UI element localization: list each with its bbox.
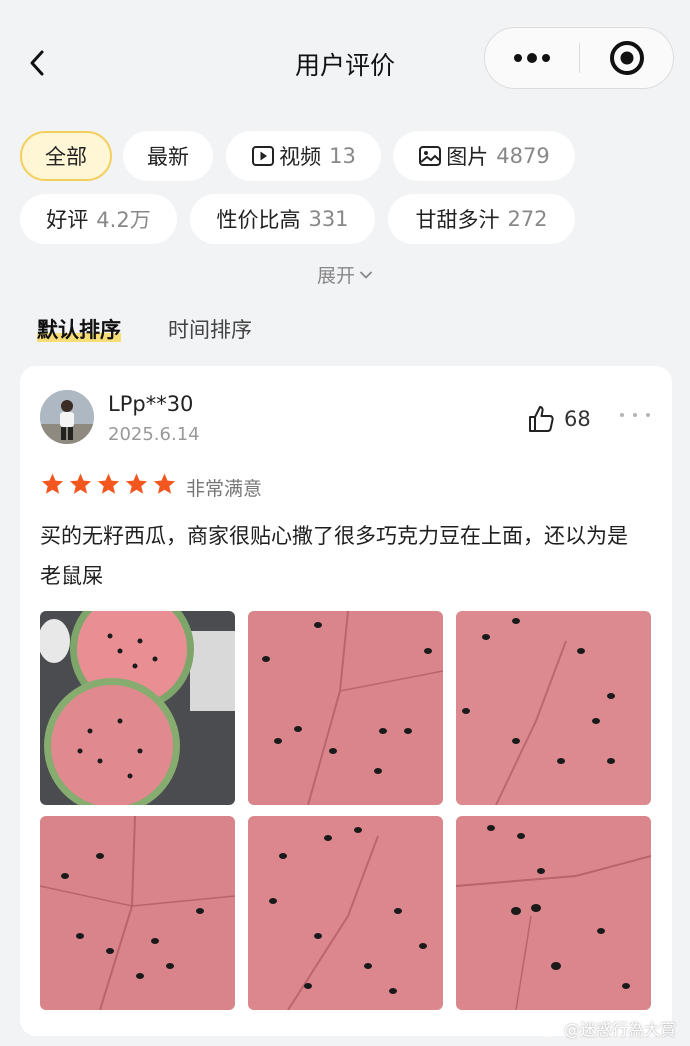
filter-sweet-count: 272 (507, 207, 548, 231)
filter-image-label: 图片 (446, 145, 489, 169)
review-photo-4[interactable] (40, 816, 235, 1010)
weibo-icon (538, 1023, 558, 1037)
avatar[interactable] (40, 390, 94, 444)
sort-time-tab[interactable]: 时间排序 (168, 314, 252, 344)
chevron-down-icon (359, 270, 373, 279)
review-photo-2[interactable] (248, 611, 443, 805)
filter-value-label: 性价比高 (216, 208, 301, 232)
filter-sweet[interactable]: 甘甜多汁 272 (388, 194, 575, 244)
like-count: 68 (564, 407, 591, 431)
expand-button[interactable]: 展开 (0, 261, 690, 288)
reviewer-name: LPp**30 (108, 392, 194, 416)
filter-all[interactable]: 全部 (20, 131, 112, 181)
review-text: 买的无籽西瓜，商家很贴心撒了很多巧克力豆在上面，还以为是老鼠屎 (40, 524, 628, 588)
watermark-text: @迷惑行為大賞 (563, 1020, 676, 1039)
review-photo-6[interactable] (456, 816, 651, 1010)
image-icon (418, 145, 442, 167)
sort-default-label: 默认排序 (37, 318, 121, 342)
review-photo-1[interactable] (40, 611, 235, 805)
expand-label: 展开 (316, 265, 355, 287)
star-icon (69, 473, 92, 494)
sort-default-tab[interactable]: 默认排序 (37, 314, 121, 344)
filter-video-label: 视频 (279, 145, 322, 169)
review-photo-5[interactable] (248, 816, 443, 1010)
filter-good[interactable]: 好评 4.2万 (20, 194, 177, 244)
sort-time-label: 时间排序 (168, 318, 252, 342)
filter-latest-label: 最新 (147, 145, 189, 169)
video-icon (251, 145, 275, 167)
filter-value-count: 331 (308, 207, 349, 231)
filter-latest[interactable]: 最新 (123, 131, 213, 181)
filter-all-label: 全部 (45, 145, 87, 169)
rating-text: 非常满意 (186, 478, 263, 500)
star-icon (125, 473, 148, 494)
filter-video-count: 13 (329, 144, 356, 168)
filter-video[interactable]: 视频 13 (226, 131, 381, 181)
review-photo-3[interactable] (456, 611, 651, 805)
star-icon (97, 473, 120, 494)
more-dots-icon (514, 53, 550, 63)
close-miniprogram-button[interactable] (580, 28, 674, 88)
filter-image[interactable]: 图片 4879 (393, 131, 575, 181)
more-button[interactable] (485, 28, 579, 88)
filter-good-label: 好评 (46, 208, 89, 232)
review-card: LPp**30 2025.6.14 68 非常满意 买的无籽西瓜，商家很贴心撒了… (20, 366, 672, 1036)
star-rating (40, 472, 177, 496)
mini-program-capsule (484, 27, 674, 89)
filter-image-count: 4879 (496, 144, 550, 168)
review-date: 2025.6.14 (108, 424, 200, 445)
filter-sweet-label: 甘甜多汁 (415, 208, 500, 232)
filter-good-count: 4.2万 (96, 208, 151, 232)
star-icon (41, 473, 64, 494)
top-bar: 用户评价 (0, 0, 690, 120)
watermark: @迷惑行為大賞 (538, 1016, 676, 1040)
target-icon (610, 41, 644, 75)
more-options-button[interactable] (620, 404, 650, 426)
like-button[interactable]: 68 (526, 404, 591, 434)
thumbs-up-icon (529, 406, 554, 432)
star-icon (153, 473, 176, 494)
filter-value[interactable]: 性价比高 331 (190, 194, 375, 244)
